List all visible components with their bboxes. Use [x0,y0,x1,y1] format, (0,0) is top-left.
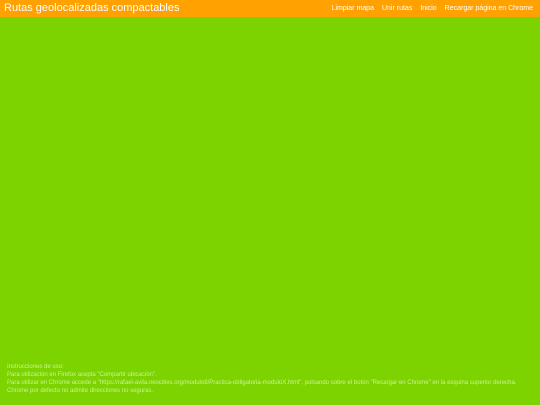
reload-in-chrome-link[interactable]: Recargar página en Chrome [445,4,533,13]
usage-instructions: Instrucciones de uso: Para utilización e… [7,363,535,395]
join-routes-link[interactable]: Unir rutas [382,4,412,13]
firefox-instruction: Para utilización en Firefox acepta "Comp… [7,372,157,378]
home-link[interactable]: Inicio [420,4,436,13]
top-navigation-bar: Rutas geolocalizadas compactables Limpia… [0,0,540,17]
chrome-instruction: Para utilizar en Chrome accede a "https:… [7,380,517,394]
map-area[interactable] [0,17,540,405]
instructions-heading: Instrucciones de uso: [7,364,64,370]
app-page: Rutas geolocalizadas compactables Limpia… [0,0,540,405]
top-nav-links: Limpiar mapa Unir rutas Inicio Recargar … [332,4,533,13]
clear-map-link[interactable]: Limpiar mapa [332,4,374,13]
app-title: Rutas geolocalizadas compactables [4,2,180,14]
